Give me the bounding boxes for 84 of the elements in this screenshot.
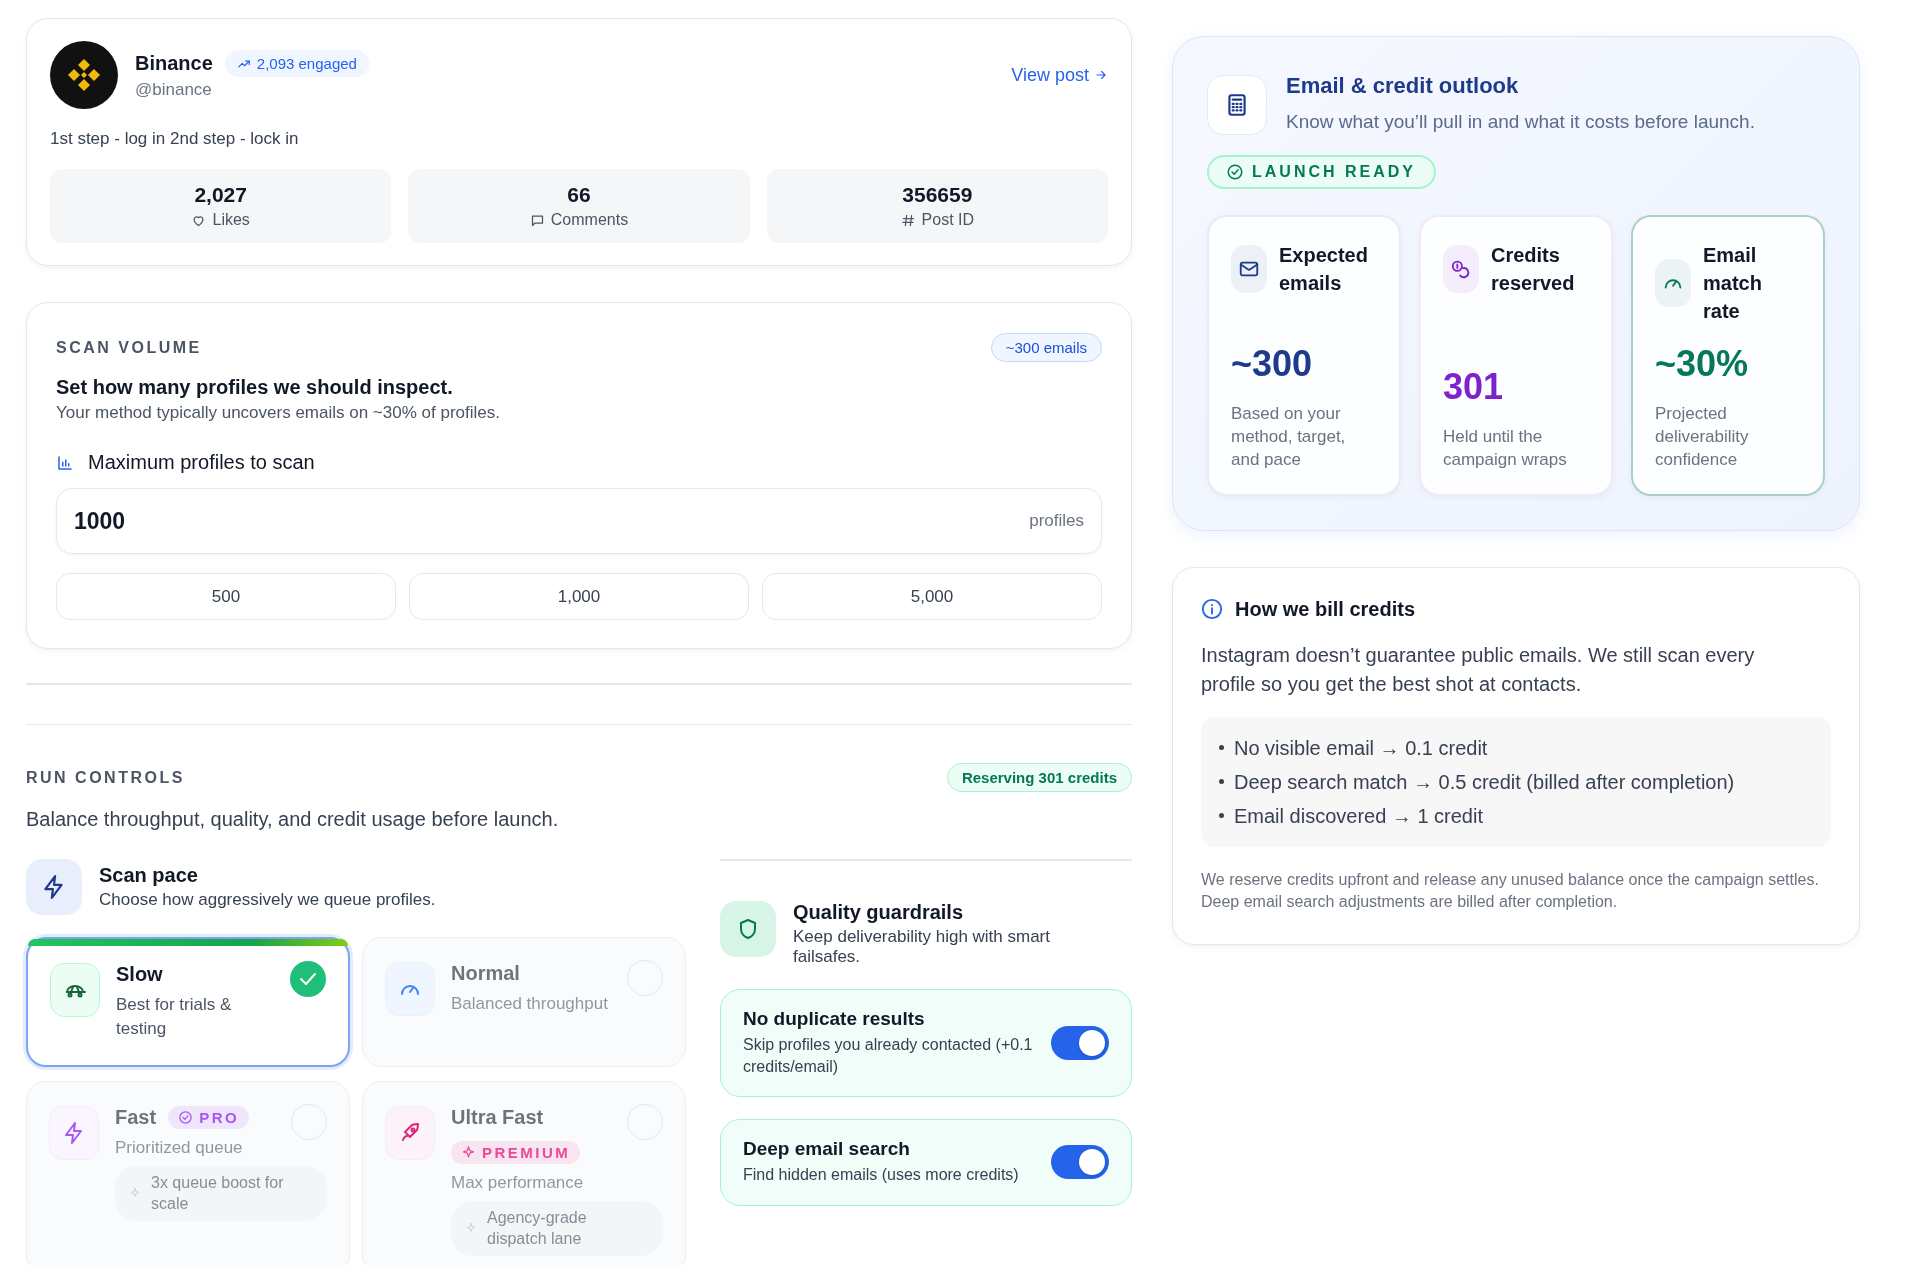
pace-option-card[interactable]: Normal Balanced throughput: [362, 937, 686, 1067]
card-subtitle: Know what you’ll pull in and what it costs before launch.: [1286, 111, 1755, 133]
stat-value: 66: [567, 183, 591, 207]
rate-item: No visible email → 0.1 credit: [1234, 735, 1488, 761]
stat-label: Comments: [550, 211, 629, 229]
pace-option-card[interactable]: Fast PRO Prioritized queue 3x queue boost for scale: [26, 1081, 350, 1265]
bar-chart-icon: [56, 453, 74, 472]
comment-icon: [529, 212, 545, 228]
toggle-switch[interactable]: [1051, 1025, 1109, 1060]
option-name: Ultra Fast: [451, 1106, 544, 1129]
section-heading: RUN CONTROLS: [26, 768, 185, 787]
stat-label: Post ID: [921, 211, 975, 229]
toggle-switch[interactable]: [1051, 1145, 1109, 1180]
rate-item: Email discovered → 1 credit: [1234, 803, 1483, 829]
sparkle-icon: [461, 1145, 476, 1160]
stat-value: 2,027: [194, 183, 247, 207]
group-title: Quality guardrails: [793, 900, 965, 924]
option-description: Best for trials & testing: [116, 994, 233, 1040]
metric-value: ~300: [1231, 342, 1314, 385]
group-subtitle: Choose how aggressively we queue profiles.: [99, 890, 436, 910]
field-label: Maximum profiles to scan: [88, 451, 315, 474]
toggle-title: Deep email search: [743, 1138, 911, 1161]
sparkle-icon: [465, 1222, 477, 1235]
pace-option-card[interactable]: Ultra Fast PREMIUM Max performance Agency-grade dispatch lane: [362, 1081, 686, 1265]
metric-value: 301: [1443, 364, 1505, 408]
card-text: Instagram doesn’t guarantee public emails. We still scan every profile so you get the best shot at contacts.: [1201, 642, 1756, 697]
tier-badge: PRO: [168, 1106, 250, 1129]
emails-badge: ~300 emails: [990, 333, 1102, 362]
stat-label: Likes: [212, 211, 250, 229]
option-name: Slow: [116, 963, 163, 986]
view-post-link[interactable]: View post: [1011, 64, 1108, 86]
option-description: Prioritized queue: [115, 1137, 244, 1159]
section-title: Set how many profiles we should inspect.: [56, 376, 454, 399]
rate-item: Deep search match → 0.5 credit (billed after completion): [1234, 769, 1735, 795]
option-description: Balanced throughput: [451, 993, 609, 1015]
preset-button[interactable]: 500: [56, 573, 396, 620]
account-name: Binance: [135, 52, 213, 75]
group-subtitle: Keep deliverability high with smart failsafes.: [793, 926, 1051, 967]
group-title: Scan pace: [99, 864, 199, 887]
status-badge: LAUNCH READY: [1207, 155, 1436, 189]
credits-badge: Reserving 301 credits: [946, 763, 1132, 792]
check-circle-icon: [290, 961, 326, 997]
field-value: 1000: [74, 507, 127, 535]
post-caption: 1st step - log in 2nd step - lock in: [50, 129, 300, 149]
pace-option-card[interactable]: Slow Best for trials & testing: [26, 937, 350, 1067]
bullet-icon: [1219, 813, 1224, 819]
footnote: We reserve credits upfront and release any unused balance once the campaign settles. Deep email search adjustments are billed after completion.: [1201, 869, 1820, 913]
metric-note: Projected deliverability confidence: [1655, 403, 1750, 471]
bullet-icon: [1219, 779, 1224, 785]
toggle-title: No duplicate results: [743, 1007, 926, 1030]
note-text: 3x queue boost for scale: [151, 1172, 285, 1215]
toggle-description: Find hidden emails (uses more credits): [743, 1165, 1020, 1186]
metric-note: Held until the campaign wraps: [1443, 425, 1568, 471]
metric-label: Email match rate: [1703, 243, 1763, 324]
sparkle-icon: [129, 1187, 141, 1200]
option-name: Fast: [115, 1106, 157, 1129]
option-name: Normal: [451, 962, 520, 985]
engaged-badge: 2,093 engaged: [224, 50, 369, 77]
section-subtitle: Your method typically uncovers emails on ~30% of profiles.: [56, 403, 501, 423]
metric-label: Credits reserved: [1491, 243, 1576, 296]
metric-note: Based on your method, target, and pace: [1231, 403, 1347, 471]
info-icon: [1201, 598, 1223, 621]
metric-value: ~30%: [1655, 342, 1750, 385]
section-subtitle: Balance throughput, quality, and credit usage before launch.: [26, 808, 560, 831]
preset-button[interactable]: 5,000: [762, 573, 1102, 620]
card-title: Email & credit outlook: [1286, 73, 1520, 99]
hash-icon: [900, 212, 916, 228]
card-title: How we bill credits: [1235, 597, 1416, 621]
check-badge-icon: [1226, 163, 1244, 181]
toggle-description: Skip profiles you already contacted (+0.1 credits/email): [743, 1034, 1034, 1077]
bullet-icon: [1219, 745, 1224, 751]
account-handle: @binance: [135, 80, 213, 100]
stat-value: 356659: [902, 183, 973, 207]
tier-badge: PREMIUM: [451, 1141, 581, 1164]
section-heading: SCAN VOLUME: [56, 338, 202, 357]
profiles-input[interactable]: 1000 profiles: [56, 488, 1102, 554]
note-text: Agency-grade dispatch lane: [487, 1207, 588, 1250]
metric-label: Expected emails: [1279, 243, 1369, 296]
coins-icon: [1450, 258, 1472, 280]
arrow-right-icon: [1094, 68, 1108, 82]
preset-button[interactable]: 1,000: [409, 573, 749, 620]
option-description: Max performance: [451, 1172, 585, 1194]
unit-label: profiles: [1029, 511, 1084, 531]
badge-check-icon: [178, 1110, 194, 1125]
